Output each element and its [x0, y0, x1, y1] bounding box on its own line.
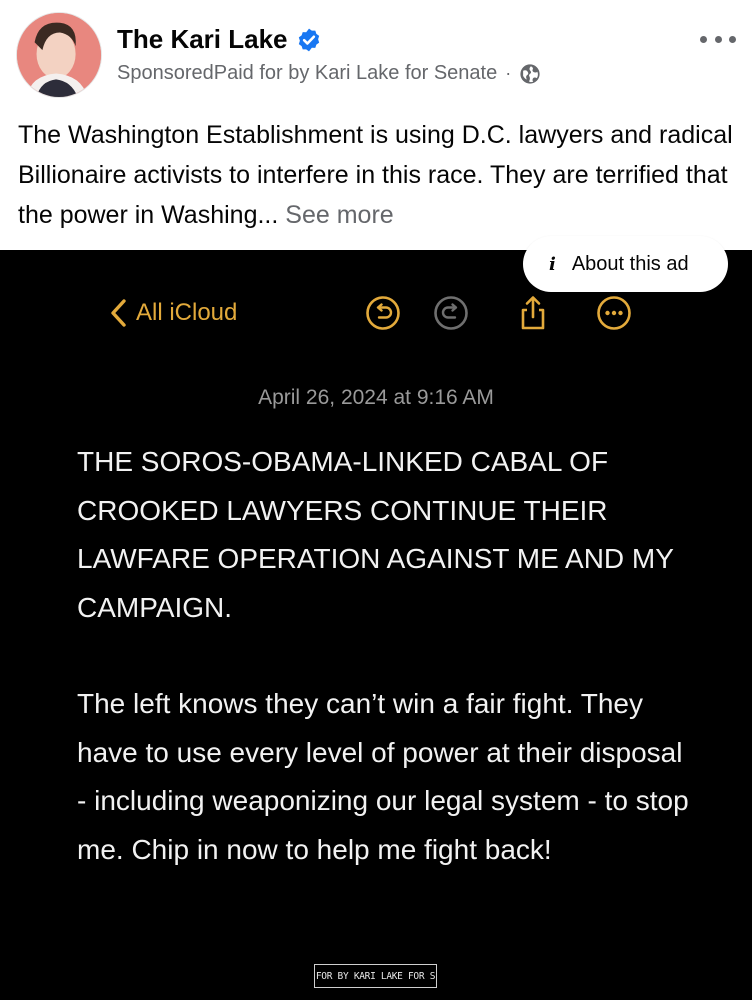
page-name[interactable]: The Kari Lake — [117, 24, 322, 55]
note-paragraph: THE SOROS-OBAMA-LINKED CABAL OF CROOKED … — [77, 446, 674, 623]
notes-toolbar: All iCloud — [0, 290, 752, 342]
globe-icon[interactable] — [519, 63, 541, 85]
more-icon — [597, 296, 631, 330]
ad-image[interactable]: All iCloud April 26, 2024 at 9:16 AM THE… — [0, 250, 752, 1000]
post-meta: SponsoredPaid for by Kari Lake for Senat… — [117, 62, 541, 85]
see-more-link[interactable]: See more — [285, 201, 393, 229]
more-options-icon[interactable] — [700, 28, 736, 50]
undo-icon — [366, 296, 400, 330]
meta-separator: · — [505, 63, 512, 83]
chevron-left-icon — [111, 299, 126, 327]
info-icon: i — [549, 253, 556, 275]
share-icon — [521, 296, 545, 330]
note-paragraph: The left knows they can’t win a fair fig… — [77, 688, 689, 865]
more-dot — [700, 35, 707, 43]
sponsored-label[interactable]: SponsoredPaid for by Kari Lake for Senat… — [117, 62, 497, 85]
redo-icon — [434, 296, 468, 330]
more-dot — [729, 35, 736, 43]
all-icloud-label: All iCloud — [136, 299, 238, 326]
about-this-ad-label: About this ad — [571, 252, 689, 275]
note-body: THE SOROS-OBAMA-LINKED CABAL OF CROOKED … — [77, 438, 697, 874]
note-date: April 26, 2024 at 9:16 AM — [258, 386, 494, 409]
page-name-text[interactable]: The Kari Lake — [117, 24, 288, 55]
paid-for-disclaimer: PAID FOR BY KARI LAKE FOR SENATE — [314, 964, 437, 988]
post-text: The Washington Establishment is using D.… — [18, 115, 743, 235]
all-icloud-back-button: All iCloud — [108, 298, 237, 328]
avatar-photo — [17, 13, 101, 97]
about-this-ad-button[interactable]: i About this ad — [523, 236, 728, 292]
verified-badge-icon — [298, 28, 319, 51]
more-dot — [714, 35, 722, 43]
page-avatar[interactable] — [16, 12, 102, 98]
